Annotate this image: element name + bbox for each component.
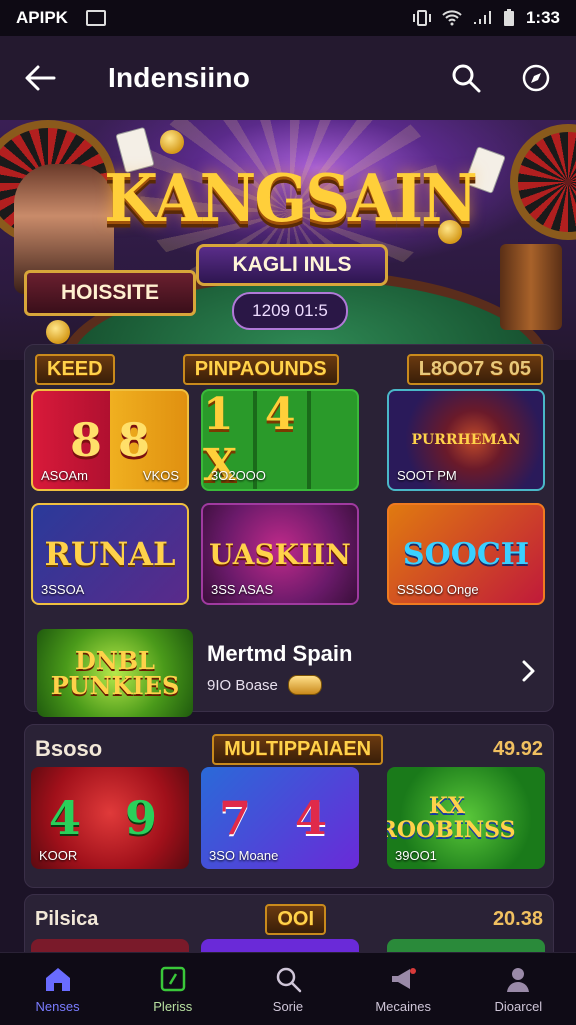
nav-label: Nenses <box>35 998 80 1014</box>
game-tile-caption: KOOR <box>39 848 78 863</box>
section-tab-left[interactable]: KEED <box>35 353 115 385</box>
search-icon <box>452 64 481 93</box>
games-section-featured: KEED PINPAOUNDS L8OO7 S 05 8 8 ASOAm VKO… <box>24 344 554 717</box>
featured-game-name: Mertmd Spain <box>207 641 353 666</box>
chevron-right-icon[interactable] <box>521 659 537 683</box>
game-tile[interactable]: KX ROOBINSS 39OO1 <box>387 767 545 869</box>
section-title: Pilsica <box>35 907 99 930</box>
explore-button[interactable] <box>518 60 554 96</box>
featured-game-sub: 9IO Boase <box>207 675 322 695</box>
search-button[interactable] <box>448 60 484 96</box>
hero-banner[interactable]: KANGSAIN KAGLI INLS HOISSITE 1209 01:5 <box>0 120 576 360</box>
game-tile-caption: 3SSOA <box>41 582 85 597</box>
game-tile-caption: 3SS ASAS <box>211 582 274 597</box>
nav-label: Pleriss <box>153 998 193 1014</box>
game-tile[interactable]: UASKIIN 3SS ASAS <box>201 503 359 605</box>
back-button[interactable] <box>22 60 58 96</box>
game-tile[interactable]: 1 4 X 3O2OOO <box>201 389 359 491</box>
section-header: KEED PINPAOUNDS L8OO7 S 05 <box>25 353 553 385</box>
section-tab-center[interactable]: MULTIPPAIAEN <box>212 733 384 765</box>
game-tile-caption: ASOAm <box>41 468 88 483</box>
game-tile-caption: SSSOO Onge <box>397 582 479 597</box>
games-section-multiplayer: Bsoso MULTIPPAIAEN 49.92 4 9 KOOR 7 4 3S… <box>24 724 554 888</box>
game-tile[interactable]: SOOCH SSSOO Onge <box>387 503 545 605</box>
nav-item-games[interactable]: Pleriss <box>123 965 223 1014</box>
hero-timer-pill: 1209 01:5 <box>232 292 348 330</box>
wifi-icon <box>442 10 462 26</box>
coin-icon <box>46 320 70 344</box>
coin-chip-icon <box>287 675 322 695</box>
game-tile-caption: 3SO Moane <box>209 848 279 863</box>
dice-icon <box>160 966 186 991</box>
back-arrow-icon <box>25 65 56 91</box>
section-jackpot-value: L8OO7 S 05 <box>406 353 543 385</box>
game-tile-caption-right: VKOS <box>142 468 179 483</box>
carrier-label: APIPK <box>16 8 68 27</box>
game-tile-caption: 39OO1 <box>395 848 437 863</box>
nav-item-profile[interactable]: Dioarcel <box>468 965 568 1014</box>
hero-ribbon: KAGLI INLS <box>196 244 388 286</box>
home-icon <box>45 967 70 991</box>
hero-brand-title: KANGSAIN <box>104 160 478 237</box>
game-tile[interactable]: PURRHEMAN SOOT PM <box>387 389 545 491</box>
nav-label: Dioarcel <box>494 998 543 1014</box>
status-bar: APIPK 1:33 <box>0 0 576 36</box>
coin-icon <box>160 130 184 154</box>
featured-game-thumbnail: DNBL PUNKIES <box>37 629 193 717</box>
featured-game-subtitle: 9IO Boase <box>207 676 278 694</box>
game-tile[interactable]: 8 8 ASOAm VKOS <box>31 389 189 491</box>
section-tab-center[interactable]: OOI <box>265 903 326 935</box>
compass-icon <box>522 64 550 92</box>
game-tile-caption: SOOT PM <box>397 468 457 483</box>
section-title: Bsoso <box>35 736 103 761</box>
game-tile[interactable]: 4 9 KOOR <box>31 767 189 869</box>
section-jackpot-value: 20.38 <box>492 907 543 930</box>
signal-icon <box>473 11 491 24</box>
notification-icon <box>85 10 106 26</box>
featured-game-art: DNBL PUNKIES <box>50 645 180 700</box>
hero-badge: HOISSITE <box>24 270 196 316</box>
game-tile[interactable]: RUNAL 3SSOA <box>31 503 189 605</box>
game-tile-caption: 3O2OOO <box>211 468 266 483</box>
vibrate-icon <box>412 10 431 26</box>
nav-item-search[interactable]: Sorie <box>238 965 338 1014</box>
nav-item-messages[interactable]: Mecaines <box>353 965 453 1014</box>
section-jackpot-value: 49.92 <box>492 737 543 760</box>
roulette-wheel-right <box>510 124 576 240</box>
nav-label: Mecaines <box>375 998 431 1014</box>
section-tab-center[interactable]: PINPAOUNDS <box>182 353 339 385</box>
section-header: Pilsica OOI 20.38 <box>25 903 553 935</box>
megaphone-icon <box>392 967 417 989</box>
page-title: Indensiino <box>108 62 250 93</box>
profile-icon <box>507 967 530 992</box>
bottom-navigation: Nenses Pleriss Sorie Mecaines Dioarcel <box>0 952 576 1025</box>
battery-icon <box>503 9 514 26</box>
game-tile[interactable]: 7 4 3SO Moane <box>201 767 359 869</box>
search-icon <box>276 967 302 992</box>
featured-game-row[interactable]: DNBL PUNKIES Mertmd Spain 9IO Boase <box>31 625 547 719</box>
app-bar: Indensiino <box>0 36 576 120</box>
nav-label: Sorie <box>272 998 304 1014</box>
section-header: Bsoso MULTIPPAIAEN 49.92 <box>25 733 553 765</box>
nav-item-home[interactable]: Nenses <box>8 965 108 1014</box>
dice-cup <box>500 244 562 330</box>
clock: 1:33 <box>525 8 560 27</box>
